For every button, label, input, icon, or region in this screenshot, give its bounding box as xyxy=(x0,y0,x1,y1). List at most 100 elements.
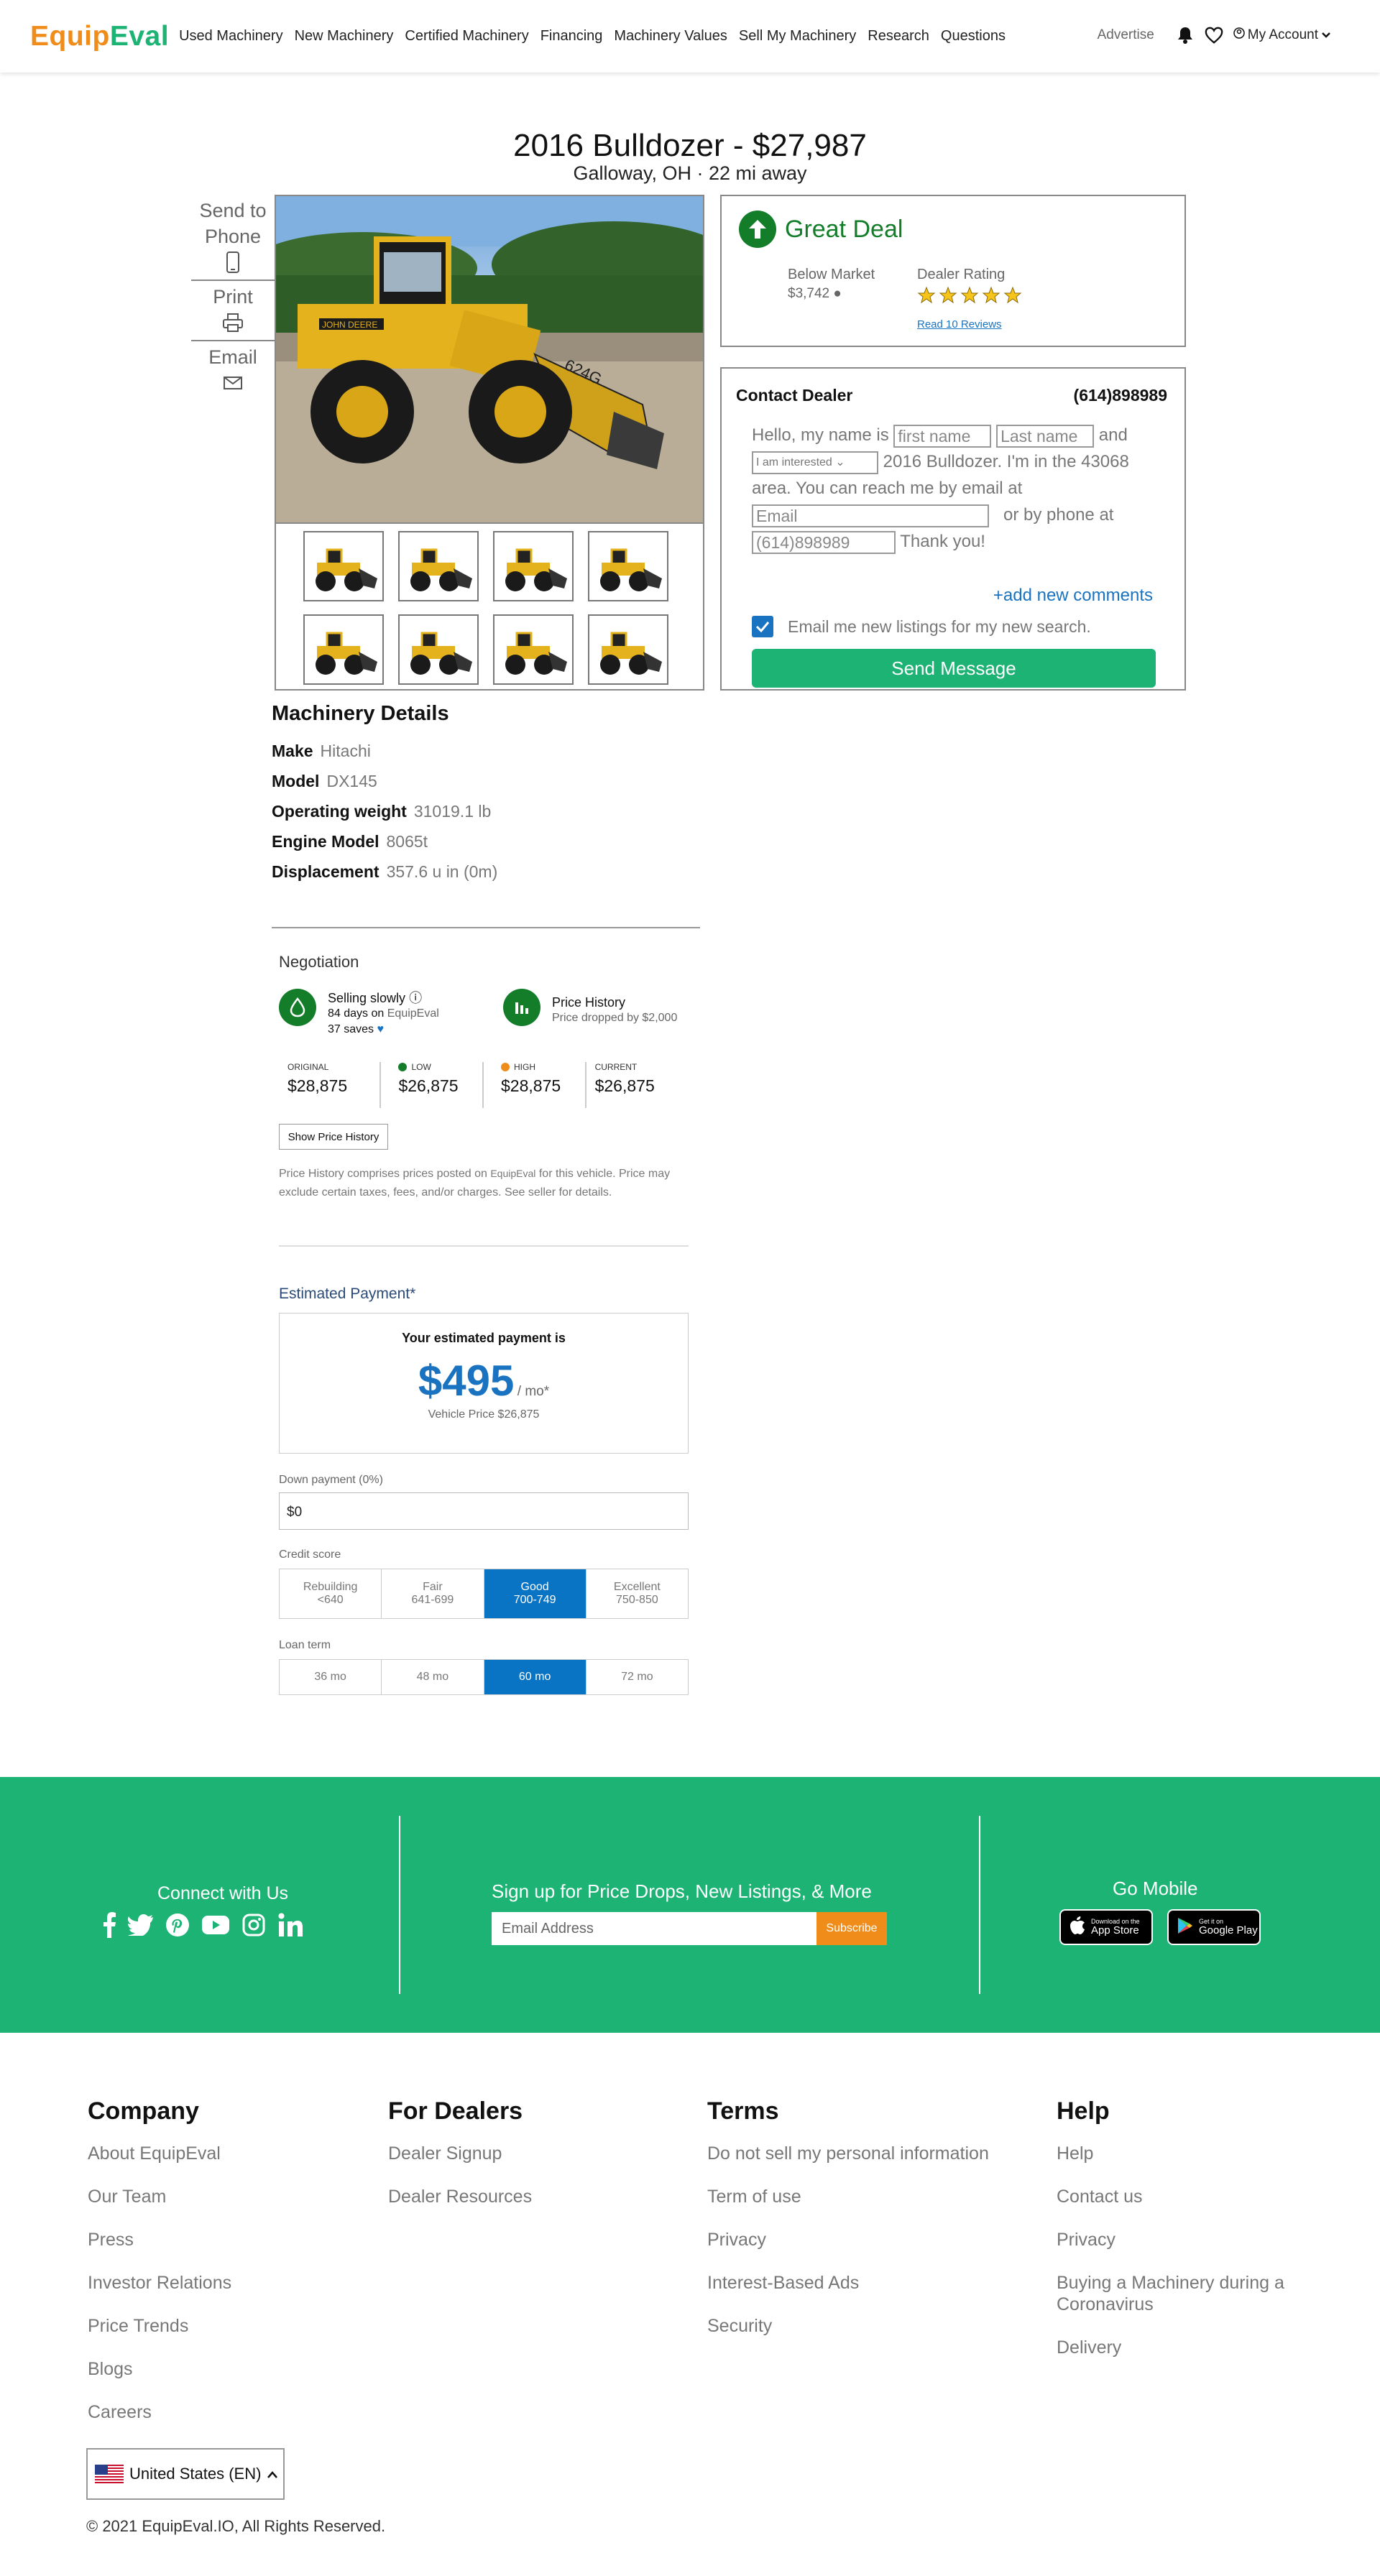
phone-input[interactable]: (614)898989 xyxy=(752,530,896,554)
last-name-input[interactable]: Last name xyxy=(996,424,1095,448)
facebook-icon[interactable] xyxy=(102,1912,116,1942)
footer-link[interactable]: Security xyxy=(707,2315,989,2337)
footer-link[interactable]: About EquipEval xyxy=(88,2143,231,2164)
footer-link[interactable]: Press xyxy=(88,2229,231,2250)
price-current: CURRENT $26,875 xyxy=(586,1062,689,1108)
detail-label: Displacement xyxy=(272,862,380,881)
twitter-icon[interactable] xyxy=(128,1914,154,1939)
thumbnail[interactable] xyxy=(398,614,479,685)
google-play-button[interactable]: Get it on Google Play xyxy=(1167,1909,1261,1945)
credit-option-fair[interactable]: Fair 641-699 xyxy=(382,1569,484,1618)
credit-option-rebuilding[interactable]: Rebuilding <640 xyxy=(280,1569,382,1618)
social-links xyxy=(102,1912,303,1942)
info-icon[interactable]: ⓘ xyxy=(409,991,422,1005)
email-input[interactable]: Email xyxy=(752,504,989,527)
footer-help: Help Help Contact us Privacy Buying a Ma… xyxy=(1057,2097,1315,2380)
payment-per: / mo* xyxy=(517,1384,550,1399)
drop-icon xyxy=(279,989,316,1026)
app-store-button[interactable]: Download on the App Store xyxy=(1059,1909,1153,1945)
loan-option-72[interactable]: 72 mo xyxy=(586,1660,688,1694)
main-photo[interactable]: JOHN DEERE 624G xyxy=(276,196,703,524)
thumbnail[interactable] xyxy=(493,531,574,601)
nav-questions[interactable]: Questions xyxy=(941,28,1006,45)
footer-link[interactable]: Price Trends xyxy=(88,2315,231,2337)
footer-link[interactable]: Privacy xyxy=(1057,2229,1315,2250)
dealer-phone[interactable]: (614)898989 xyxy=(1074,386,1167,405)
footer-link[interactable]: Dealer Resources xyxy=(388,2186,532,2207)
credit-option-excellent[interactable]: Excellent 750-850 xyxy=(586,1569,688,1618)
footer-link[interactable]: Delivery xyxy=(1057,2337,1315,2358)
star-icon xyxy=(917,286,936,304)
chevron-down-icon xyxy=(1321,27,1331,43)
email-listings-checkbox[interactable] xyxy=(752,616,773,637)
credit-option-good[interactable]: Good 700-749 xyxy=(484,1569,586,1618)
footer-link[interactable]: Privacy xyxy=(707,2229,989,2250)
price-low: LOW $26,875 xyxy=(381,1062,484,1108)
subscribe-button[interactable]: Subscribe xyxy=(816,1912,887,1945)
loan-option-48[interactable]: 48 mo xyxy=(382,1660,484,1694)
loan-option-60[interactable]: 60 mo xyxy=(484,1660,586,1694)
thumbnail[interactable] xyxy=(398,531,479,601)
email-share-button[interactable]: Email xyxy=(191,341,275,400)
estimated-payment-heading: Estimated Payment* xyxy=(279,1285,416,1302)
footer-link[interactable]: Term of use xyxy=(707,2186,989,2207)
footer-link[interactable]: Help xyxy=(1057,2143,1315,2164)
newsletter-email-input[interactable]: Email Address xyxy=(492,1912,816,1945)
dealer-rating: Dealer Rating xyxy=(917,267,1022,305)
nav-certified-machinery[interactable]: Certified Machinery xyxy=(405,28,528,45)
nav-new-machinery[interactable]: New Machinery xyxy=(295,28,394,45)
interest-select[interactable]: I am interested ⌄ xyxy=(752,451,878,474)
footer-link[interactable]: Do not sell my personal information xyxy=(707,2143,989,2164)
down-payment-input[interactable]: $0 xyxy=(279,1492,689,1530)
advertise-link[interactable]: Advertise xyxy=(1098,27,1154,43)
deal-label: Great Deal xyxy=(785,215,903,243)
thumbnail[interactable] xyxy=(493,614,574,685)
pinterest-icon[interactable] xyxy=(165,1913,190,1941)
selling-saves: 37 saves xyxy=(328,1023,374,1035)
nav-sell-my-machinery[interactable]: Sell My Machinery xyxy=(739,28,856,45)
loan-option-36[interactable]: 36 mo xyxy=(280,1660,382,1694)
bell-icon[interactable] xyxy=(1176,26,1195,45)
divider xyxy=(279,1245,689,1247)
footer-link[interactable]: Contact us xyxy=(1057,2186,1315,2207)
thumbnail[interactable] xyxy=(588,531,668,601)
detail-value: 8065t xyxy=(386,832,428,851)
chevron-up-icon xyxy=(267,2465,278,2483)
thumbnail[interactable] xyxy=(303,531,384,601)
detail-label: Operating weight xyxy=(272,802,407,821)
send-to-phone-button[interactable]: Send to Phone xyxy=(191,195,275,281)
thumbnail[interactable] xyxy=(303,614,384,685)
footer-link[interactable]: Careers xyxy=(88,2401,231,2423)
footer-link[interactable]: Interest-Based Ads xyxy=(707,2272,989,2294)
nav-financing[interactable]: Financing xyxy=(540,28,603,45)
first-name-input[interactable]: first name xyxy=(893,424,992,448)
footer-link[interactable]: Investor Relations xyxy=(88,2272,231,2294)
my-account-label: My Account xyxy=(1247,27,1318,42)
show-price-history-button[interactable]: Show Price History xyxy=(279,1124,388,1150)
my-account-menu[interactable]: My Account xyxy=(1233,27,1331,43)
nav-research[interactable]: Research xyxy=(868,28,929,45)
email-listings-checkbox-row: Email me new listings for my new search. xyxy=(752,616,1091,637)
info-icon[interactable]: ● xyxy=(833,286,841,301)
heart-icon[interactable] xyxy=(1205,26,1223,45)
thumbnail[interactable] xyxy=(588,614,668,685)
read-reviews-link[interactable]: Read 10 Reviews xyxy=(917,318,1002,331)
print-button[interactable]: Print xyxy=(191,281,275,341)
divider xyxy=(399,1816,400,1994)
footer-link[interactable]: Dealer Signup xyxy=(388,2143,532,2164)
instagram-icon[interactable] xyxy=(242,1913,266,1941)
send-message-button[interactable]: Send Message xyxy=(752,649,1156,688)
footer-link[interactable]: Our Team xyxy=(88,2186,231,2207)
nav-used-machinery[interactable]: Used Machinery xyxy=(179,28,283,45)
add-comments-link[interactable]: +add new comments xyxy=(993,586,1153,606)
youtube-icon[interactable] xyxy=(201,1914,230,1939)
linkedin-icon[interactable] xyxy=(277,1912,303,1942)
price-history-disclaimer: Price History comprises prices posted on… xyxy=(279,1164,689,1202)
footer-link[interactable]: Blogs xyxy=(88,2358,231,2380)
footer-link[interactable]: Buying a Machinery during a Coronavirus xyxy=(1057,2272,1315,2315)
site-logo[interactable]: EquipEval xyxy=(30,21,169,52)
region-selector[interactable]: United States (EN) xyxy=(86,2448,285,2500)
msg-hello: Hello, my name is xyxy=(752,425,889,445)
nav-machinery-values[interactable]: Machinery Values xyxy=(614,28,727,45)
disclaimer-site: EquipEval xyxy=(490,1168,536,1179)
